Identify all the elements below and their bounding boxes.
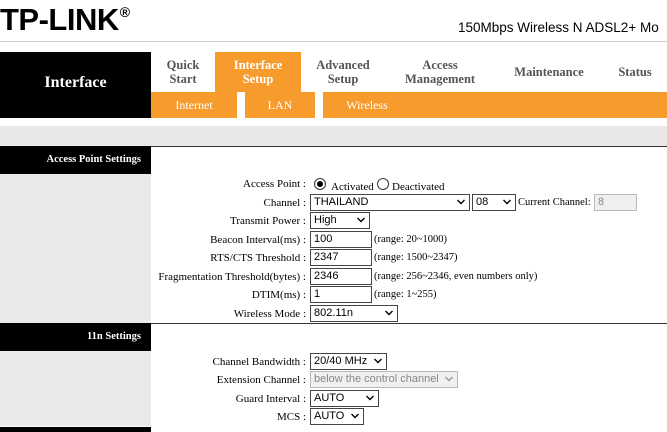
rts-threshold-label: RTS/CTS Threshold : — [210, 252, 306, 264]
dtim-input[interactable]: 1 — [310, 286, 372, 303]
channel-label: Channel : — [263, 197, 306, 209]
tp-link-logo: TP-LINK® — [0, 2, 130, 38]
beacon-interval-input[interactable]: 100 — [310, 231, 372, 248]
tab-quick-start[interactable]: Quick Start — [151, 52, 215, 92]
tab-maintenance[interactable]: Maintenance — [499, 52, 599, 92]
subtab-wireless[interactable]: Wireless — [323, 92, 411, 118]
fragmentation-threshold-range: (range: 256~2346, even numbers only) — [374, 271, 538, 282]
sidebar-title-block: Interface — [0, 52, 151, 118]
dtim-label: DTIM(ms) : — [251, 289, 306, 301]
main-nav: Quick Start Interface Setup Advanced Setup … — [151, 52, 667, 92]
tab-line: Setup — [242, 72, 274, 86]
header: TP-LINK® 150Mbps Wireless N ADSL2+ Mo — [0, 0, 667, 50]
chevron-down-icon — [374, 358, 382, 364]
product-name: 150Mbps Wireless N ADSL2+ Mo — [458, 20, 659, 35]
fragmentation-threshold-label: Fragmentation Threshold(bytes) : — [158, 271, 306, 283]
mcs-label: MCS : — [276, 411, 306, 423]
chevron-down-icon — [503, 199, 511, 205]
tab-line: Advanced — [316, 58, 370, 72]
tab-access-management[interactable]: Access Management — [385, 52, 495, 92]
wireless-mode-label: Wireless Mode : — [233, 308, 306, 320]
chevron-down-icon — [445, 376, 453, 382]
subtab-separator — [237, 92, 245, 118]
channel-bandwidth-value: 20/40 MHz — [314, 355, 368, 367]
tab-line: Quick — [166, 58, 200, 72]
mcs-value: AUTO — [314, 410, 345, 422]
wireless-mode-select[interactable]: 802.11n — [310, 305, 398, 322]
chevron-down-icon — [357, 217, 365, 223]
tab-line: Start — [169, 72, 197, 86]
deactivated-radio[interactable] — [377, 178, 389, 190]
channel-value: 08 — [476, 196, 489, 208]
logo-text: TP-LINK — [0, 2, 119, 37]
tab-interface-setup[interactable]: Interface Setup — [215, 52, 301, 92]
chevron-down-icon — [385, 310, 393, 316]
extension-channel-select: below the control channel — [310, 371, 458, 388]
activated-radio[interactable] — [314, 178, 326, 190]
sidebar-title: Interface — [44, 74, 107, 91]
tab-line: Access — [422, 58, 458, 72]
tab-line: Interface — [233, 58, 283, 72]
registered-mark: ® — [119, 4, 130, 20]
tab-line: Setup — [327, 72, 359, 86]
section-divider — [151, 323, 667, 324]
radio-selected-dot — [317, 181, 323, 187]
tab-line: Management — [404, 72, 476, 86]
rts-threshold-input[interactable]: 2347 — [310, 249, 372, 266]
header-divider — [0, 41, 667, 42]
guard-interval-select[interactable]: AUTO — [310, 390, 379, 407]
channel-select[interactable]: 08 — [472, 194, 516, 211]
country-value: THAILAND — [314, 196, 369, 208]
beacon-interval-range: (range: 20~1000) — [374, 234, 448, 245]
guard-interval-value: AUTO — [314, 392, 345, 404]
subtab-separator — [315, 92, 323, 118]
sub-nav: Internet LAN Wireless — [151, 92, 667, 118]
transmit-power-select[interactable]: High — [310, 212, 370, 229]
channel-bandwidth-label: Channel Bandwidth : — [212, 356, 307, 368]
dtim-range: (range: 1~255) — [374, 289, 437, 300]
chevron-down-icon — [351, 413, 359, 419]
left-panel — [0, 174, 151, 323]
country-select[interactable]: THAILAND — [310, 194, 470, 211]
current-channel-field: 8 — [594, 194, 637, 211]
section-11n-settings: 11n Settings — [0, 323, 151, 351]
access-point-label: Access Point : — [243, 178, 306, 190]
extension-channel-value: below the control channel — [314, 373, 439, 385]
current-channel-label: Current Channel: — [518, 197, 591, 208]
chevron-down-icon — [366, 395, 374, 401]
section-divider — [151, 146, 667, 147]
beacon-interval-label: Beacon Interval(ms) : — [210, 234, 306, 246]
guard-interval-label: Guard Interval : — [235, 393, 306, 405]
tab-line: Maintenance — [514, 65, 584, 79]
section-bottom-bar — [0, 427, 151, 432]
tab-status[interactable]: Status — [603, 52, 667, 92]
activated-label: Activated — [331, 181, 374, 193]
section-access-point-settings: Access Point Settings — [0, 146, 151, 174]
deactivated-label: Deactivated — [392, 181, 445, 193]
wireless-mode-value: 802.11n — [314, 307, 353, 319]
channel-bandwidth-select[interactable]: 20/40 MHz — [310, 353, 387, 370]
tab-advanced-setup[interactable]: Advanced Setup — [301, 52, 385, 92]
spacer-bar — [0, 126, 667, 146]
tab-line: Status — [618, 65, 652, 79]
rts-threshold-range: (range: 1500~2347) — [374, 252, 458, 263]
subtab-lan[interactable]: LAN — [245, 92, 315, 118]
left-panel — [0, 351, 151, 426]
mcs-select[interactable]: AUTO — [310, 408, 364, 425]
subtab-internet[interactable]: Internet — [151, 92, 237, 118]
chevron-down-icon — [457, 199, 465, 205]
fragmentation-threshold-input[interactable]: 2346 — [310, 268, 372, 285]
extension-channel-label: Extension Channel : — [216, 374, 306, 386]
transmit-power-label: Transmit Power : — [230, 215, 306, 227]
transmit-power-value: High — [314, 214, 337, 226]
